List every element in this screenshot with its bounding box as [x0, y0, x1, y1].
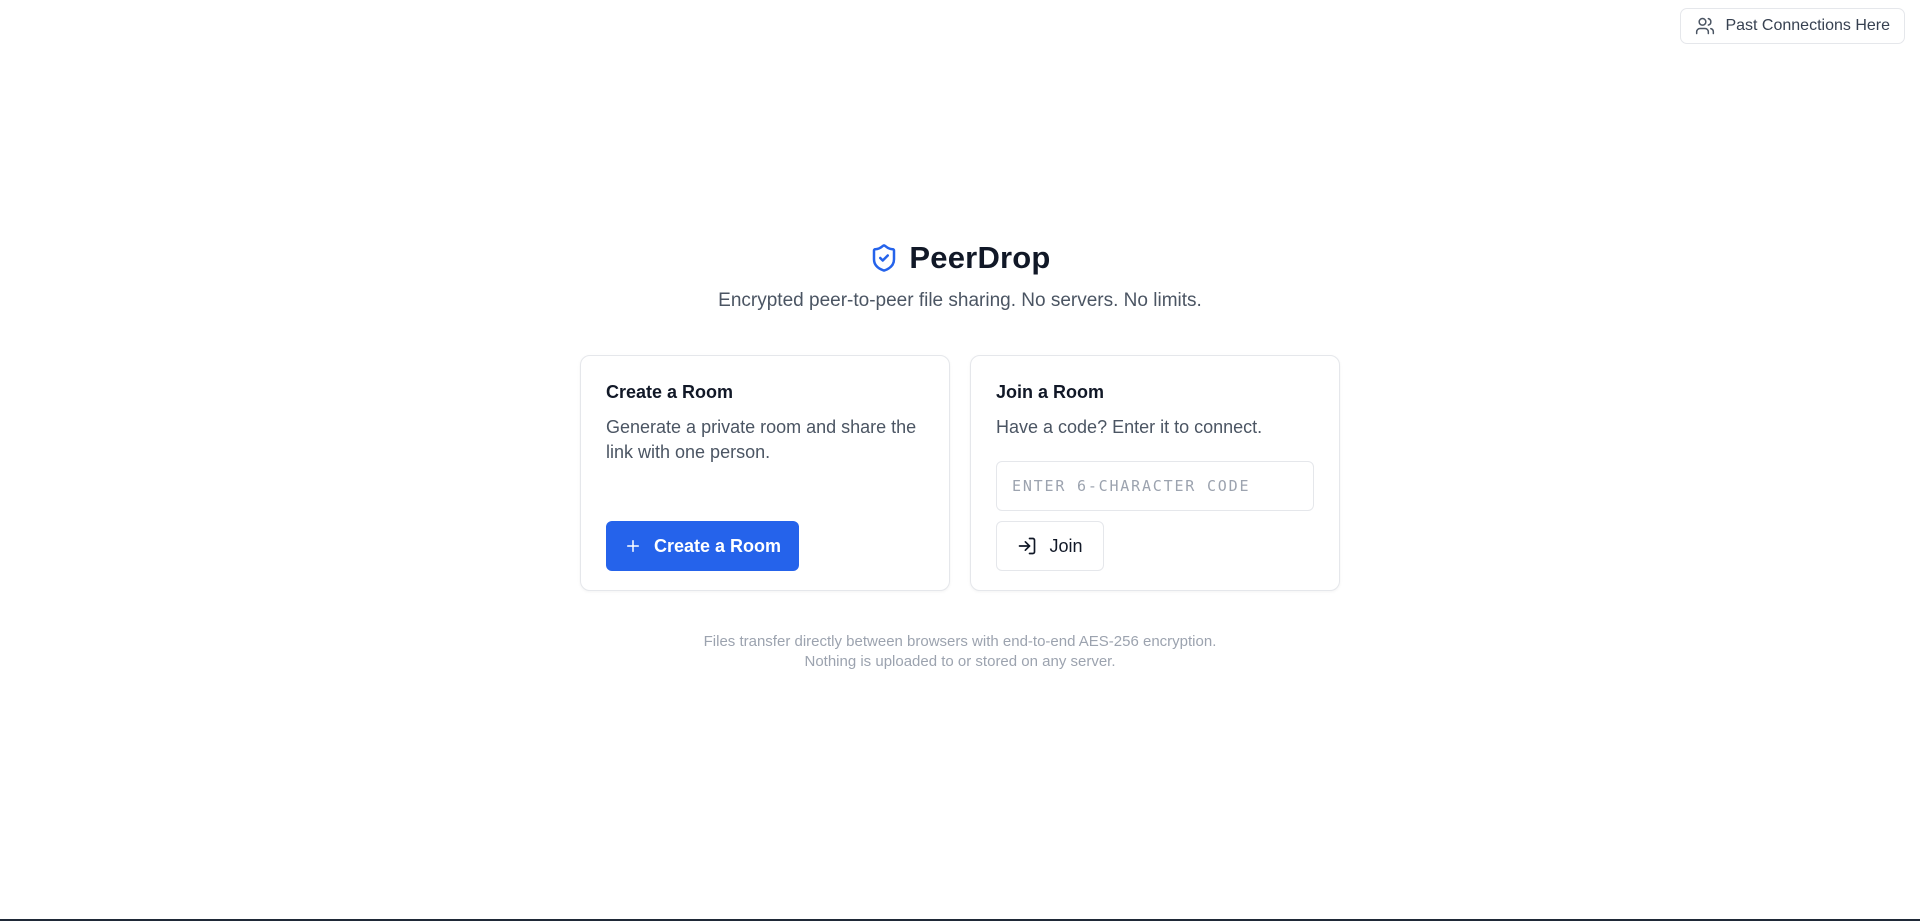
create-room-title: Create a Room [606, 382, 734, 402]
create-room-button-label: Create a Room [653, 535, 782, 556]
brand: PeerDrop [869, 240, 1050, 276]
hero: PeerDrop Encrypted peer-to-peer file sha… [0, 240, 1920, 312]
plus-icon [624, 537, 642, 555]
join-room-title: Join a Room [996, 382, 1105, 402]
join-button-label: Join [1049, 535, 1083, 556]
create-room-card: Create a Room Generate a private room an… [580, 355, 950, 591]
app-title: PeerDrop [909, 240, 1051, 275]
join-room-card: Join a Room Have a code? Enter it to con… [970, 355, 1340, 591]
encryption-note-line-1: Files transfer directly between browsers… [703, 633, 1217, 650]
encryption-note-line-2: Nothing is uploaded to or stored on any … [804, 653, 1116, 670]
users-icon [1695, 16, 1715, 36]
encryption-note: Files transfer directly between browsers… [0, 632, 1920, 672]
create-room-button[interactable]: Create a Room [606, 521, 799, 571]
join-button[interactable]: Join [996, 521, 1104, 571]
past-connections-button[interactable]: Past Connections Here [1680, 8, 1905, 44]
room-cards: Create a Room Generate a private room an… [580, 355, 1340, 591]
shield-check-icon [869, 243, 899, 273]
create-room-description: Generate a private room and share the li… [606, 417, 917, 462]
tagline: Encrypted peer-to-peer file sharing. No … [718, 290, 1202, 311]
join-room-description: Have a code? Enter it to connect. [996, 417, 1263, 437]
room-code-input[interactable] [996, 461, 1314, 511]
past-connections-label: Past Connections Here [1725, 17, 1890, 34]
log-in-icon [1017, 536, 1037, 556]
